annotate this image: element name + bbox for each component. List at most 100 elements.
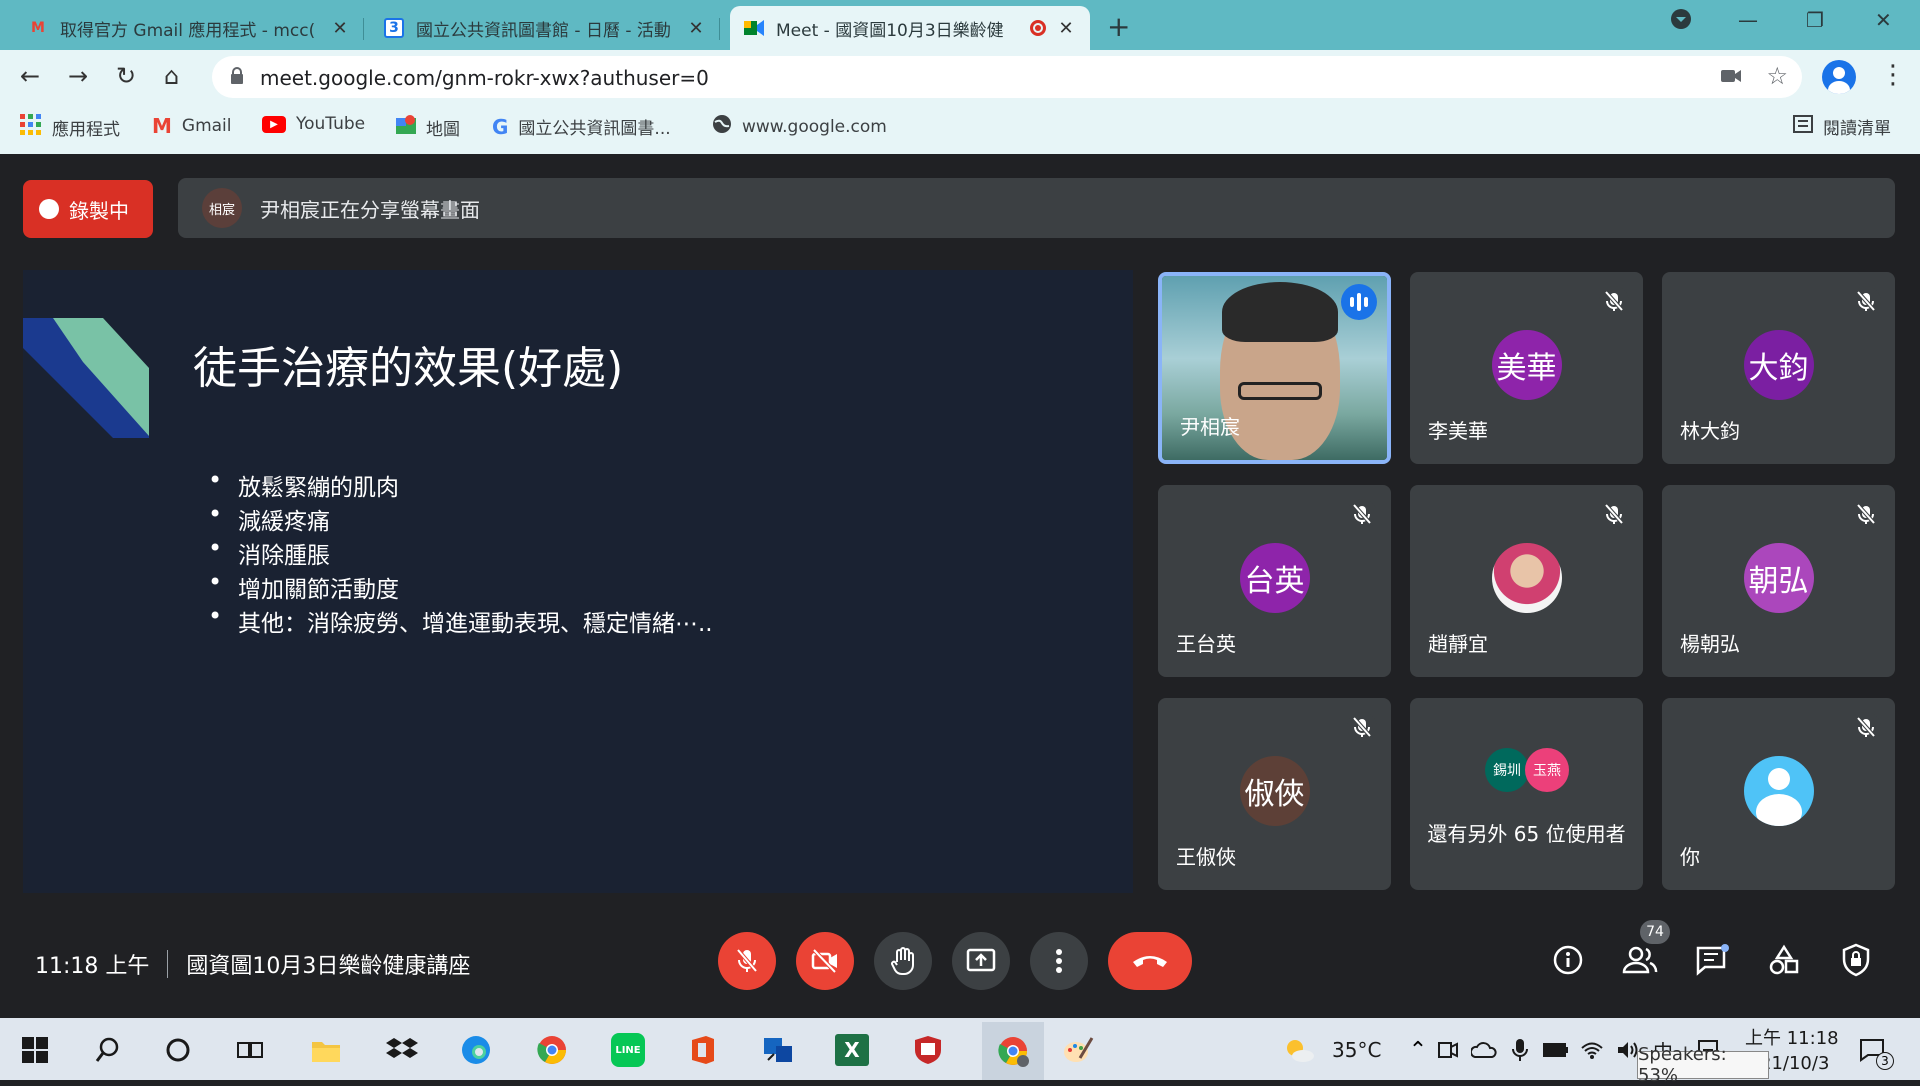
url-text: meet.google.com/gnm-rokr-xwx?authuser=0: [260, 66, 709, 90]
participant-name: 李美華: [1428, 419, 1488, 443]
paint-icon[interactable]: [1058, 1030, 1098, 1070]
file-explorer-icon[interactable]: [306, 1030, 346, 1070]
mic-toggle-button[interactable]: [718, 932, 776, 990]
bookmark-library[interactable]: G 國立公共資訊圖書...: [492, 114, 671, 140]
wifi-icon[interactable]: [1572, 1030, 1612, 1070]
bookmark-google[interactable]: www.google.com: [712, 114, 887, 139]
bookmark-apps[interactable]: 應用程式: [20, 114, 120, 141]
onedrive-icon[interactable]: [1464, 1030, 1504, 1070]
chrome-icon[interactable]: [532, 1030, 572, 1070]
more-options-button[interactable]: [1030, 932, 1088, 990]
microphone-tray-icon[interactable]: [1500, 1030, 1540, 1070]
start-icon[interactable]: [15, 1030, 55, 1070]
participant-name: 楊朝弘: [1680, 632, 1740, 656]
cortana-icon[interactable]: [158, 1030, 198, 1070]
slide-bullet: 其他：消除疲勞、增進運動表現、穩定情緒⋯..: [208, 602, 713, 638]
notification-center-icon[interactable]: 3: [1852, 1030, 1894, 1070]
tab-calendar[interactable]: 3 國立公共資訊圖書館 - 日曆 - 活動 ✕: [370, 6, 720, 50]
meeting-info: 11:18 上午 國資圖10月3日樂齡健康講座: [35, 942, 470, 986]
chrome-profile-taskbar-icon[interactable]: [982, 1022, 1044, 1080]
camera-toggle-button[interactable]: [796, 932, 854, 990]
self-tile[interactable]: 你: [1662, 698, 1895, 890]
presented-slide: 徒手治療的效果(好處) 放鬆緊繃的肌肉 減緩疼痛 消除腫脹 增加關節活動度 其他…: [23, 270, 1133, 893]
mic-off-icon: [736, 948, 758, 973]
mic-off-icon: [1599, 286, 1629, 316]
people-icon: [1622, 946, 1658, 974]
participant-tile[interactable]: 朝弘 楊朝弘: [1662, 485, 1895, 677]
participants-button[interactable]: [1620, 940, 1660, 980]
reading-list[interactable]: 閱讀清單: [1793, 114, 1891, 139]
activities-button[interactable]: [1764, 940, 1804, 980]
participant-tile[interactable]: 台英 王台英: [1158, 485, 1391, 677]
present-screen-button[interactable]: [952, 932, 1010, 990]
battery-icon[interactable]: [1536, 1030, 1576, 1070]
tab-meet[interactable]: Meet - 國資圖10月3日樂齡健 ✕: [730, 6, 1090, 50]
host-controls-button[interactable]: [1836, 940, 1876, 980]
camera-icon[interactable]: [1720, 66, 1742, 90]
bookmark-label: YouTube: [296, 114, 366, 134]
close-tab-icon[interactable]: ✕: [330, 18, 350, 39]
line-icon[interactable]: LINE: [608, 1030, 648, 1070]
reading-list-icon: [1793, 115, 1813, 138]
participant-avatar: 美華: [1491, 330, 1562, 400]
home-icon[interactable]: ⌂: [164, 62, 179, 90]
back-icon[interactable]: ←: [20, 62, 40, 90]
bookmark-star-icon[interactable]: ☆: [1766, 62, 1788, 90]
office-icon[interactable]: [682, 1030, 722, 1070]
participant-name: 尹相宸: [1180, 415, 1240, 439]
address-bar[interactable]: meet.google.com/gnm-rokr-xwx?authuser=0 …: [212, 56, 1802, 98]
leave-call-button[interactable]: [1108, 932, 1192, 990]
participant-tile[interactable]: 大鈞 林大鈞: [1662, 272, 1895, 464]
excel-icon[interactable]: X: [832, 1030, 872, 1070]
meeting-details-button[interactable]: [1548, 940, 1588, 980]
edge-icon[interactable]: [456, 1030, 496, 1070]
bookmark-maps[interactable]: 地圖: [396, 114, 460, 141]
participant-photo-avatar: [1491, 543, 1562, 613]
lock-icon: [231, 67, 243, 84]
more-vert-icon: [1056, 949, 1062, 973]
reload-icon[interactable]: ↻: [116, 62, 136, 90]
close-tab-icon[interactable]: ✕: [686, 18, 706, 39]
taskbar-clock-date[interactable]: 21/10/3: [1760, 1053, 1829, 1074]
close-tab-icon[interactable]: ✕: [1056, 18, 1076, 39]
divider: [167, 950, 169, 978]
task-view-icon[interactable]: [230, 1030, 270, 1070]
forward-icon[interactable]: →: [68, 62, 88, 90]
close-window-icon[interactable]: ✕: [1875, 8, 1892, 32]
participant-name: 趙靜宜: [1428, 632, 1488, 656]
network-app-icon[interactable]: [758, 1030, 798, 1070]
meet-now-icon[interactable]: [1428, 1030, 1468, 1070]
participant-avatar: 朝弘: [1743, 543, 1814, 613]
participant-tile[interactable]: 美華 李美華: [1410, 272, 1643, 464]
recording-badge[interactable]: 錄製中: [23, 180, 153, 238]
minimize-icon[interactable]: —: [1738, 8, 1758, 32]
restore-icon[interactable]: ❐: [1806, 8, 1824, 32]
bookmark-gmail[interactable]: M Gmail: [152, 114, 232, 138]
more-participants-tile[interactable]: 錫圳 玉燕 還有另外 65 位使用者: [1410, 698, 1643, 890]
participant-tile-speaker[interactable]: 尹相宸: [1158, 272, 1391, 464]
more-participants-label: 還有另外 65 位使用者: [1427, 822, 1626, 846]
participant-tile[interactable]: 俶俠 王俶俠: [1158, 698, 1391, 890]
profile-icon[interactable]: [1822, 60, 1856, 94]
mic-off-icon: [1347, 499, 1377, 529]
mini-avatar: 錫圳: [1485, 748, 1529, 792]
bookmark-label: 閱讀清單: [1823, 119, 1891, 139]
raise-hand-button[interactable]: [874, 932, 932, 990]
dropbox-icon[interactable]: [382, 1030, 422, 1070]
tab-gmail[interactable]: M 取得官方 Gmail 應用程式 - mcc( ✕: [14, 6, 364, 50]
search-icon[interactable]: [88, 1030, 128, 1070]
info-icon: [1553, 945, 1583, 975]
recording-indicator-icon: [1030, 20, 1046, 36]
participant-tile[interactable]: 趙靜宜: [1410, 485, 1643, 677]
maps-icon: [396, 114, 416, 141]
youtube-icon: ▶: [262, 115, 286, 133]
bookmark-youtube[interactable]: ▶ YouTube: [262, 114, 365, 134]
new-tab-button[interactable]: +: [1107, 10, 1130, 43]
security-app-icon[interactable]: [908, 1030, 948, 1070]
shield-lock-icon: [1842, 943, 1870, 977]
tab-search-icon[interactable]: [1670, 8, 1692, 35]
browser-menu-icon[interactable]: ⋮: [1880, 60, 1906, 90]
chat-button[interactable]: [1692, 940, 1732, 980]
participant-count-badge: 74: [1640, 920, 1670, 944]
weather-icon[interactable]: [1280, 1030, 1320, 1070]
